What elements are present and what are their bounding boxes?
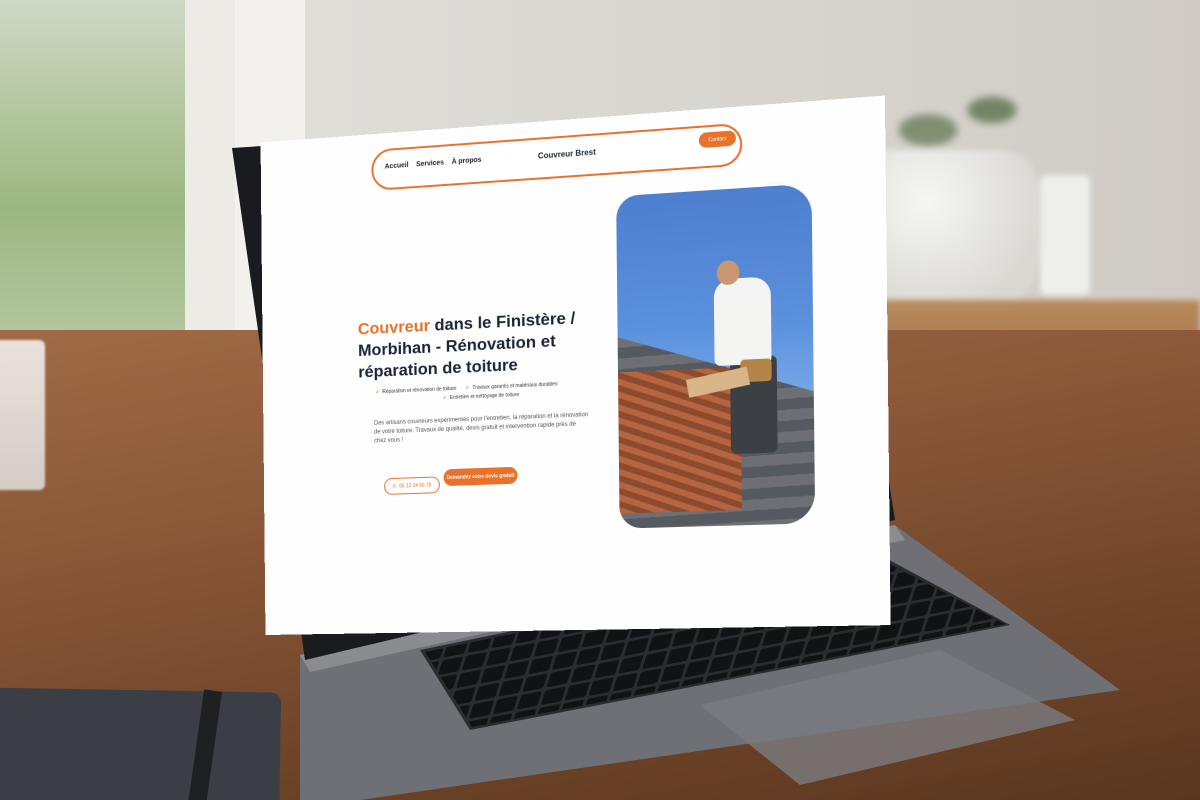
feature-check-label: Entretien et nettoyage de toiture	[450, 392, 519, 401]
nav-link-accueil[interactable]: Accueil	[385, 162, 409, 171]
hero-title-accent: Couvreur	[358, 316, 430, 338]
feature-check-label: Travaux garantis et matériaux durables	[472, 381, 557, 391]
navbar: Accueil Services À propos Couvreur Brest…	[371, 123, 742, 191]
phone-button[interactable]: ✆ 06 12 34 56 78	[384, 476, 440, 495]
site-brand[interactable]: Couvreur Brest	[538, 147, 596, 160]
check-icon: ✓	[443, 395, 447, 401]
check-icon: ✓	[376, 389, 380, 395]
website-page: Accueil Services À propos Couvreur Brest…	[261, 96, 891, 635]
phone-number: 06 12 34 56 78	[399, 482, 431, 489]
check-icon: ✓	[465, 385, 469, 391]
hero-description: Des artisans couvreurs expérimentés pour…	[374, 411, 589, 446]
nav-link-services[interactable]: Services	[416, 159, 444, 168]
roofer-photo	[616, 183, 815, 528]
contact-button[interactable]: Contact	[699, 130, 736, 148]
nav-links: Accueil Services À propos	[385, 157, 482, 171]
nav-link-a-propos[interactable]: À propos	[452, 157, 482, 166]
feature-checks: ✓ Réparation et rénovation de toiture ✓ Tr…	[376, 378, 601, 406]
phone-icon: ✆	[392, 483, 396, 489]
feature-check-item: ✓ Entretien et nettoyage de toiture	[443, 391, 519, 403]
laptop-screen: Accueil Services À propos Couvreur Brest…	[261, 96, 891, 635]
photo-roofer-body	[714, 276, 772, 366]
quote-button[interactable]: Demandez votre devis gratuit	[443, 467, 517, 486]
hero-title: Couvreur dans le Finistère / Morbihan - …	[358, 306, 602, 383]
